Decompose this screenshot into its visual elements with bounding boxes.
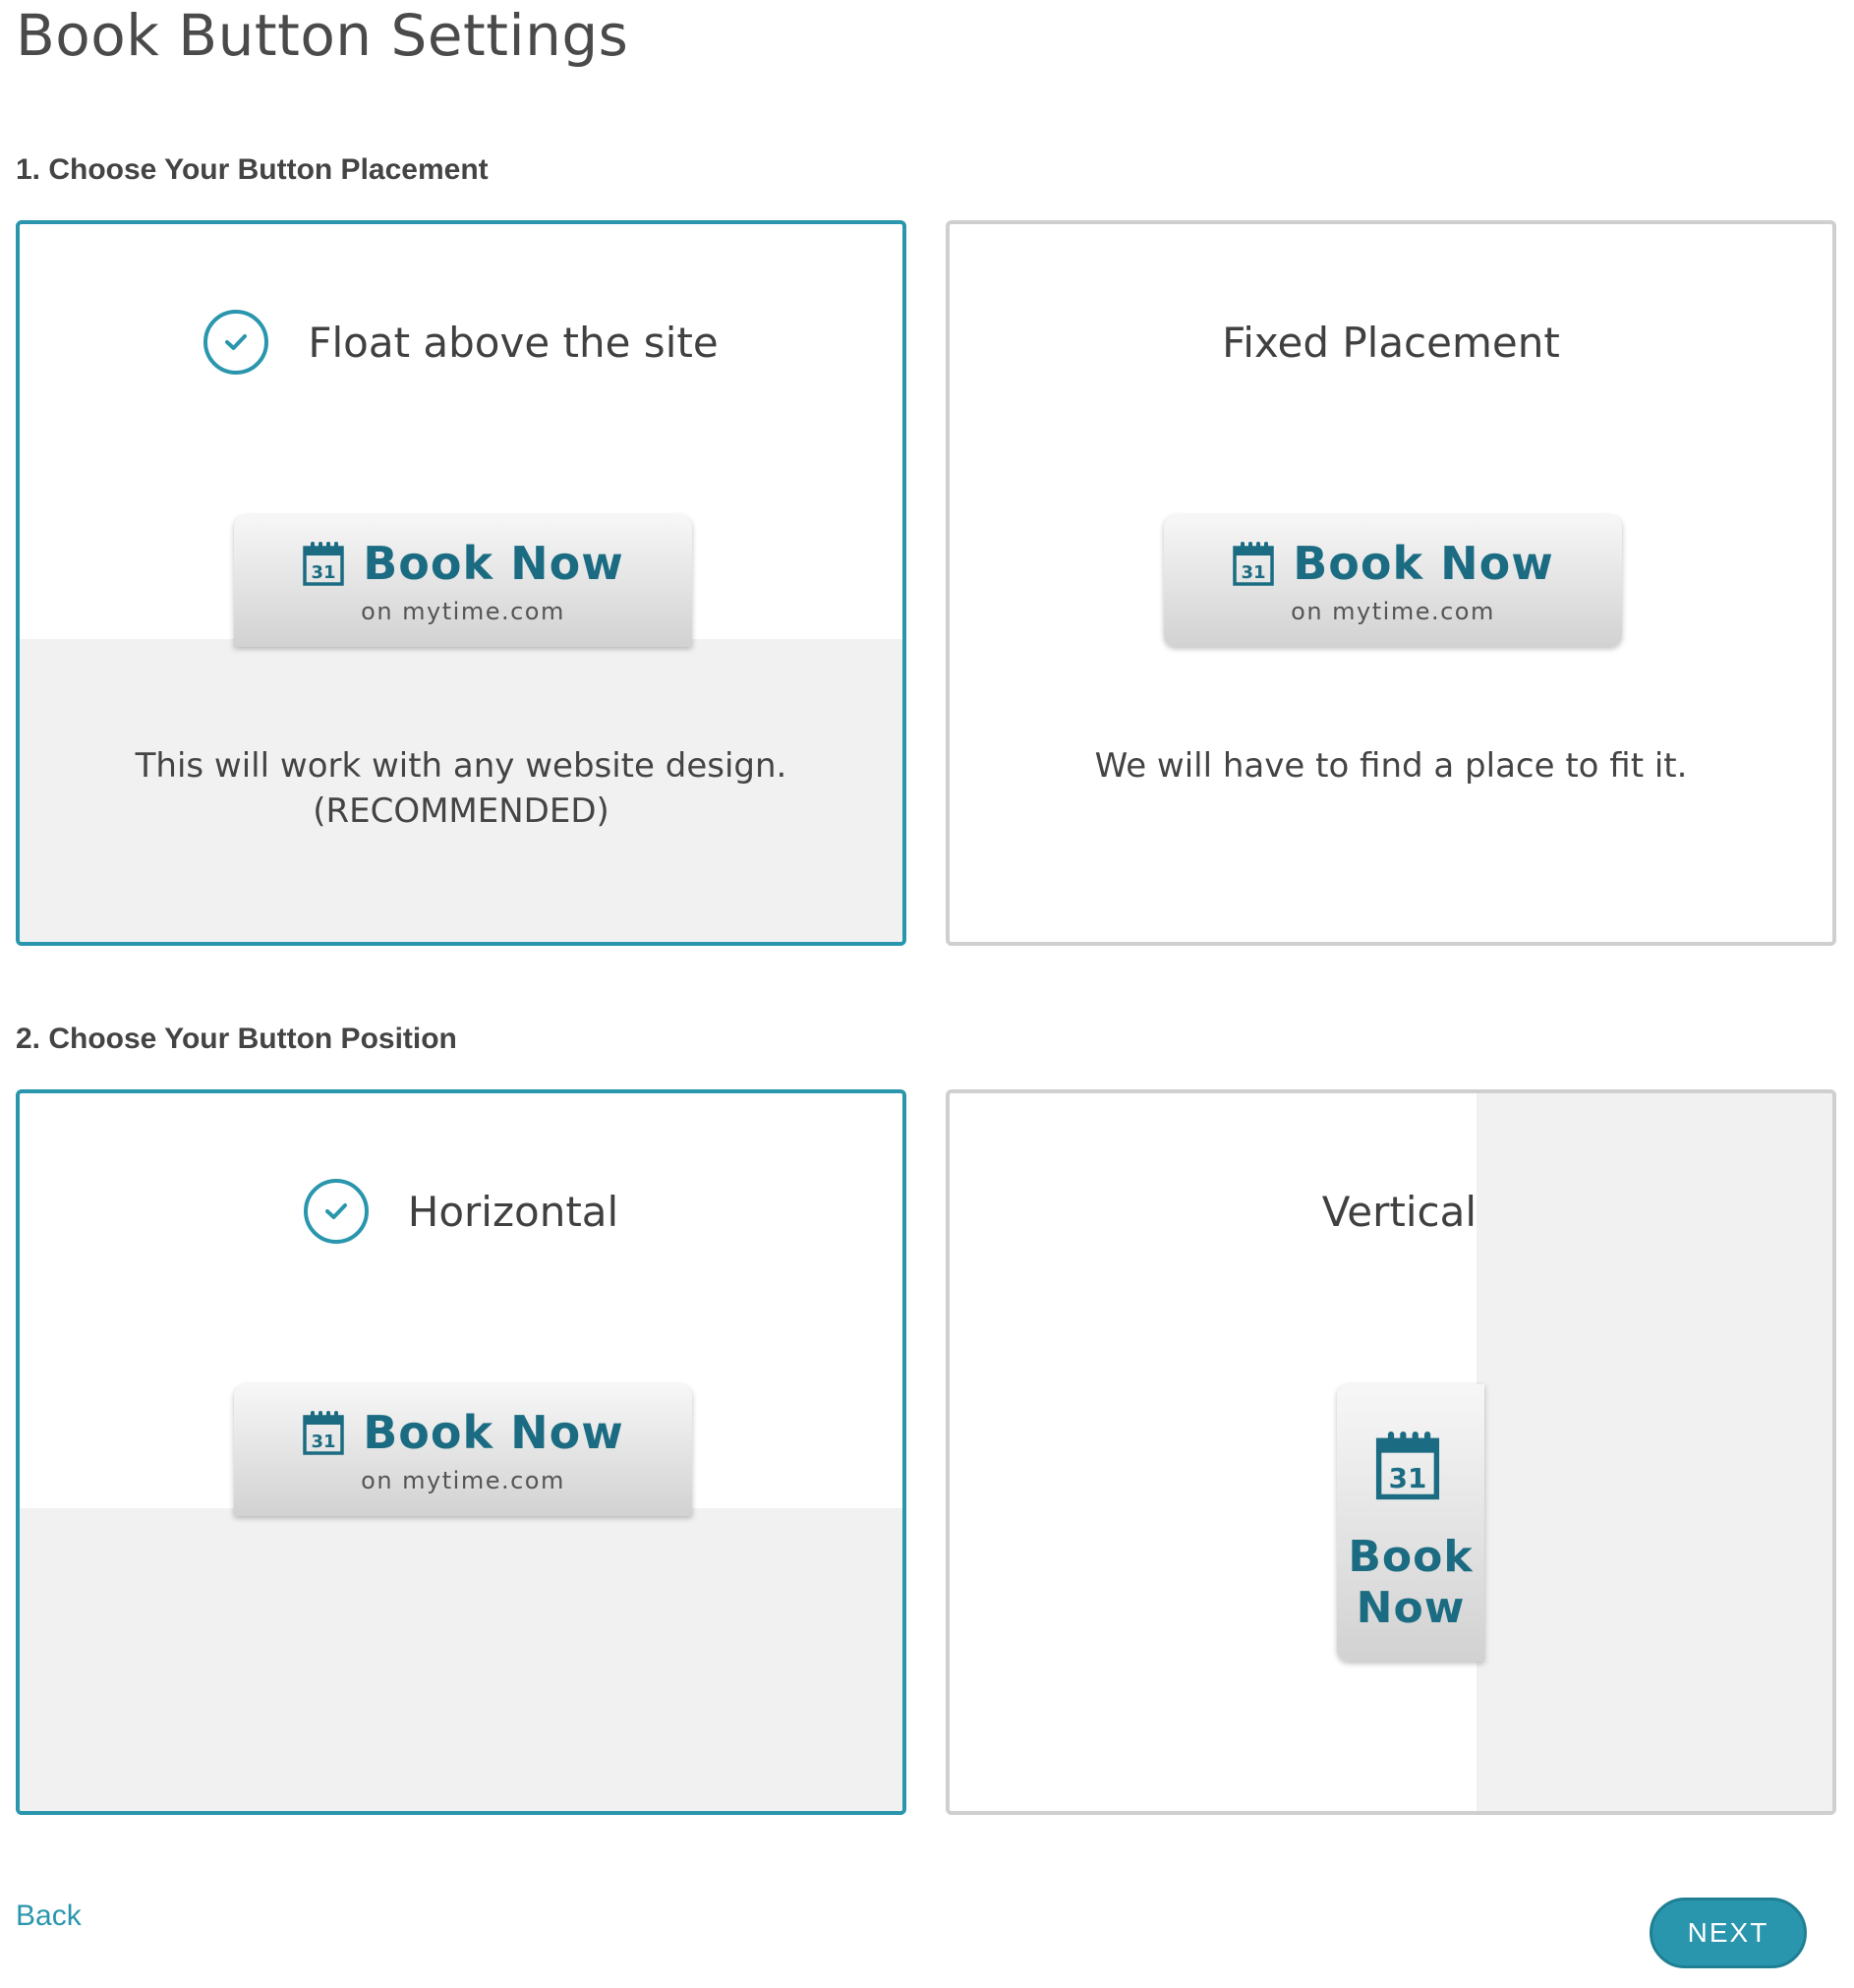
option-description: This will work with any website design. … [20, 743, 902, 834]
description-line: We will have to find a place to fit it. [1094, 746, 1688, 786]
calendar-icon: 31 [302, 540, 345, 587]
book-now-label: Book Now [363, 1406, 624, 1459]
book-now-sub: on mytime.com [1291, 598, 1495, 625]
now-label: Now [1356, 1583, 1466, 1633]
book-now-button-preview: 31 Book Now on mytime.com [234, 515, 692, 647]
site-preview-area [1477, 1093, 1832, 1811]
placement-option-float[interactable]: Float above the site 31 Book Now on myti… [16, 220, 906, 946]
option-title: Fixed Placement [1222, 318, 1560, 367]
position-heading: 2. Choose Your Button Position [16, 1023, 457, 1055]
placement-heading: 1. Choose Your Button Placement [16, 153, 489, 186]
option-title: Horizontal [407, 1187, 619, 1236]
selected-check-icon [203, 310, 269, 375]
book-now-sub: on mytime.com [361, 1467, 565, 1494]
book-now-label: Book Now [1293, 537, 1554, 590]
position-option-horizontal[interactable]: Horizontal 31 Book Now on mytime.com [16, 1089, 906, 1815]
option-title: Vertical [1321, 1187, 1477, 1236]
book-now-button-preview: 31 Book Now on mytime.com [1164, 515, 1622, 647]
calendar-day: 31 [312, 1432, 336, 1452]
book-now-button-preview: 31 Book Now on mytime.com [234, 1384, 692, 1516]
option-title-row: Vertical [1322, 1172, 1477, 1251]
description-line: This will work with any website design. [135, 746, 787, 786]
calendar-icon: 31 [302, 1409, 345, 1456]
selected-check-icon [303, 1179, 369, 1244]
position-option-vertical[interactable]: Vertical 31 Book Now [946, 1089, 1836, 1815]
calendar-icon: 31 [1232, 540, 1275, 587]
page-title: Book Button Settings [16, 2, 629, 69]
option-title-row: Fixed Placement [950, 303, 1832, 381]
calendar-day: 31 [1242, 562, 1266, 583]
placement-option-fixed[interactable]: Fixed Placement 31 Book Now on mytime.co… [946, 220, 1836, 946]
site-preview-area [20, 1508, 902, 1811]
next-button[interactable]: NEXT [1650, 1898, 1807, 1968]
option-title-row: Horizontal [20, 1172, 902, 1251]
book-label: Book [1348, 1532, 1474, 1582]
description-line: (RECOMMENDED) [313, 791, 609, 831]
book-now-sub: on mytime.com [361, 598, 565, 625]
option-title-row: Float above the site [20, 303, 902, 381]
book-now-label: Book Now [363, 537, 624, 590]
calendar-icon: 31 [1374, 1428, 1441, 1502]
option-title: Float above the site [308, 318, 719, 367]
back-link[interactable]: Back [16, 1900, 82, 1933]
book-now-vertical-preview: 31 Book Now [1337, 1384, 1484, 1662]
calendar-day: 31 [312, 562, 336, 583]
option-description: We will have to find a place to fit it. [950, 743, 1832, 789]
calendar-day: 31 [1389, 1462, 1427, 1494]
